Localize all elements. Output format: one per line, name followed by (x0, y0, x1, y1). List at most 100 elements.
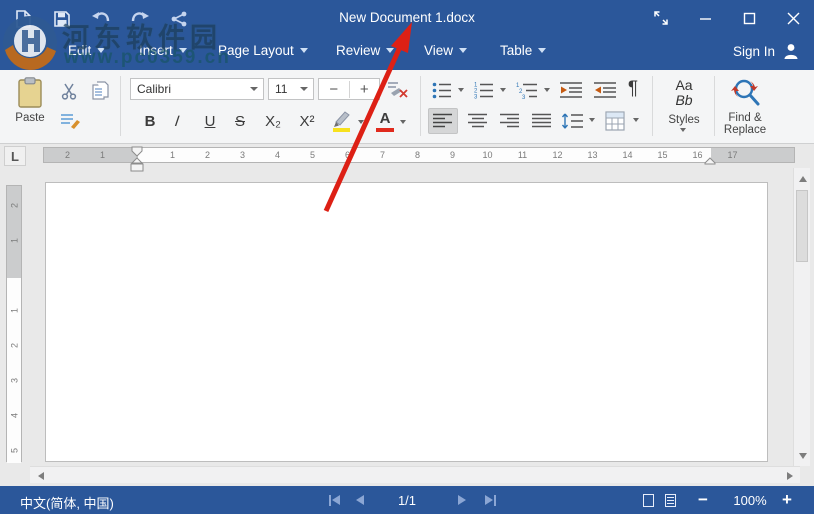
ruler-numbers: 1 2 3 4 5 6 7 8 9 10 11 12 13 14 15 16 (169, 150, 703, 160)
borders-button[interactable] (602, 108, 628, 134)
subscript-button[interactable]: X₂ (260, 110, 286, 132)
copy-icon (92, 81, 109, 100)
superscript-button[interactable]: X² (294, 110, 320, 132)
increase-font-size-button[interactable]: + (350, 81, 380, 98)
copy-button[interactable] (90, 80, 112, 102)
ribbon-toolbar: Paste Calibri 11 − + B I U S X₂ X² A 1 2… (0, 70, 814, 144)
chevron-down-icon (97, 48, 106, 53)
chevron-down-icon[interactable] (633, 118, 639, 122)
font-name-value: Calibri (137, 82, 172, 96)
vertical-ruler[interactable]: 21 12345 (6, 185, 22, 463)
styles-button[interactable]: Aa Bb (660, 75, 708, 111)
format-painter-icon (61, 114, 80, 129)
word-processor-window: New Document 1.docx Edit Insert Page Lay… (0, 0, 814, 514)
bold-button[interactable]: B (140, 110, 160, 132)
chevron-down-icon[interactable] (358, 120, 364, 124)
next-page-button[interactable] (454, 486, 470, 514)
align-center-button[interactable] (464, 108, 492, 134)
maximize-icon[interactable] (736, 6, 762, 30)
scroll-down-icon[interactable] (795, 448, 810, 463)
scroll-right-icon[interactable] (782, 468, 797, 483)
find-replace-button[interactable] (728, 76, 764, 110)
paste-label: Paste (15, 112, 45, 124)
sign-in-button[interactable]: Sign In (733, 42, 800, 60)
find-replace-label-line1: Find & (728, 112, 762, 124)
ribbon-separator (420, 76, 421, 136)
format-painter-button[interactable] (58, 110, 82, 132)
zoom-in-button[interactable]: + (778, 486, 796, 514)
language-indicator[interactable]: 中文(简体, 中国) (20, 493, 114, 512)
show-formatting-marks-button[interactable]: ¶ (624, 76, 642, 102)
chevron-down-icon (538, 48, 547, 53)
multilevel-list-button[interactable]: 123 (514, 80, 540, 100)
first-page-button[interactable] (324, 486, 344, 514)
page-view-icon[interactable] (640, 486, 656, 514)
italic-button[interactable]: I (166, 110, 187, 132)
horizontal-scrollbar[interactable] (30, 466, 800, 483)
increase-indent-button[interactable] (592, 79, 618, 101)
align-right-button[interactable] (496, 108, 524, 134)
font-size-value: 11 (275, 82, 288, 96)
align-left-button[interactable] (428, 108, 458, 134)
menu-item-view[interactable]: View (424, 43, 468, 58)
chevron-down-icon (300, 87, 308, 91)
scroll-left-icon[interactable] (33, 468, 48, 483)
close-icon[interactable] (780, 6, 806, 30)
menu-item-page-layout[interactable]: Page Layout (218, 43, 308, 58)
clipboard-icon (18, 77, 42, 108)
chevron-down-icon[interactable] (500, 88, 506, 92)
zoom-level[interactable]: 100% (728, 486, 772, 514)
menu-label: Review (336, 43, 381, 58)
chevron-down-icon[interactable] (544, 88, 550, 92)
vertical-scrollbar-thumb[interactable] (796, 190, 808, 262)
decrease-indent-button[interactable] (558, 79, 584, 101)
strikethrough-button[interactable]: S (230, 110, 250, 132)
tab-selector[interactable]: L (4, 146, 26, 166)
scroll-up-icon[interactable] (795, 171, 810, 186)
minimize-icon[interactable] (692, 6, 718, 30)
chevron-down-icon (459, 48, 468, 53)
underline-button[interactable]: U (200, 110, 220, 132)
highlight-color-button[interactable] (328, 108, 354, 134)
chevron-down-icon[interactable] (589, 118, 595, 122)
ruler-numbers: 12345 (9, 308, 19, 454)
title-bar: New Document 1.docx (0, 0, 814, 36)
menu-label: Edit (68, 43, 92, 58)
font-color-button[interactable]: A (374, 108, 396, 134)
font-color-swatch (376, 127, 394, 132)
page-indicator: 1/1 (397, 492, 417, 508)
numbered-list-icon: 123 (474, 83, 493, 99)
document-page[interactable] (45, 182, 768, 462)
chevron-down-icon (178, 48, 187, 53)
font-name-select[interactable]: Calibri (130, 78, 264, 100)
chevron-down-icon (299, 48, 308, 53)
chevron-down-icon[interactable] (458, 88, 464, 92)
align-left-icon (433, 113, 452, 128)
menu-label: Insert (139, 43, 173, 58)
outline-view-icon[interactable] (662, 486, 678, 514)
last-page-button[interactable] (480, 486, 500, 514)
font-size-select[interactable]: 11 (268, 78, 314, 100)
chevron-down-icon[interactable] (400, 120, 406, 124)
menu-item-insert[interactable]: Insert (139, 43, 187, 58)
justify-button[interactable] (528, 108, 556, 134)
vertical-scrollbar[interactable] (793, 168, 810, 466)
clear-formatting-button[interactable] (386, 79, 410, 99)
cut-button[interactable] (58, 80, 80, 102)
previous-page-button[interactable] (352, 486, 368, 514)
fullscreen-icon[interactable] (648, 6, 674, 30)
table-borders-icon (605, 111, 625, 131)
menu-item-review[interactable]: Review (336, 43, 395, 58)
zoom-out-button[interactable]: − (694, 486, 712, 514)
window-controls (648, 6, 806, 30)
line-spacing-button[interactable] (560, 108, 586, 134)
paste-button[interactable] (12, 76, 48, 110)
menu-item-table[interactable]: Table (500, 43, 547, 58)
menu-item-edit[interactable]: Edit (68, 43, 106, 58)
chevron-down-icon[interactable] (680, 128, 686, 132)
numbered-list-button[interactable]: 123 (472, 80, 496, 100)
bullet-list-button[interactable] (430, 80, 454, 100)
horizontal-ruler[interactable]: 21 1 2 3 4 5 6 7 8 9 10 11 12 13 14 15 16 17 (43, 147, 795, 163)
left-indent-marker[interactable] (130, 163, 144, 172)
decrease-font-size-button[interactable]: − (319, 80, 350, 98)
